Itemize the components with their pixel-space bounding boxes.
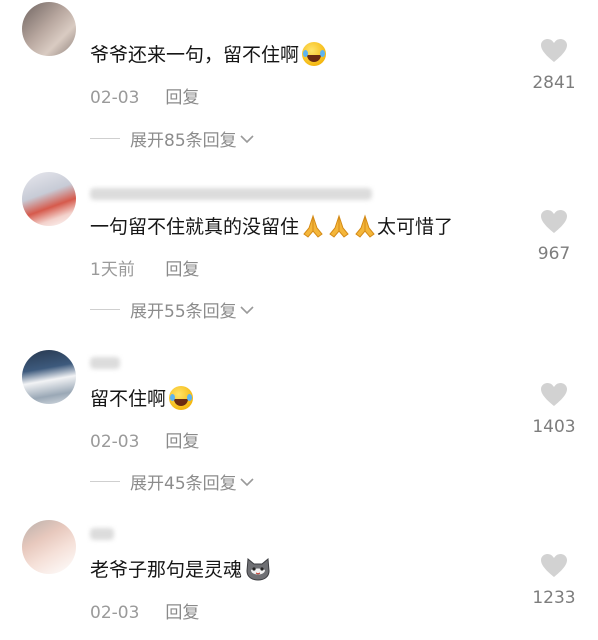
expand-replies-button[interactable]: 展开55条回复 xyxy=(90,297,254,322)
expand-replies-label: 展开85条回复 xyxy=(130,131,237,151)
avatar[interactable] xyxy=(22,2,76,56)
comment-text-suffix: 太可惜了 xyxy=(377,216,454,238)
comment-meta: 02-03 回复 xyxy=(90,427,199,452)
divider-dash xyxy=(90,481,120,482)
folded-hands-emoji xyxy=(303,214,323,238)
crying-laughing-emoji xyxy=(169,386,194,410)
comment-text-content: 一句留不住就真的没留住 xyxy=(90,216,300,238)
comment-meta: 02-03 回复 xyxy=(90,598,199,623)
like-button[interactable]: 1403 xyxy=(524,382,584,437)
like-count: 967 xyxy=(537,244,571,264)
reply-button[interactable]: 回复 xyxy=(165,260,199,280)
like-button[interactable]: 967 xyxy=(524,209,584,264)
comment-date: 02-03 xyxy=(90,432,140,452)
chevron-down-icon xyxy=(240,134,254,143)
comment-text: 一句留不住就真的没留住 太可惜了 xyxy=(90,214,453,240)
comment-text: 爷爷还来一句，留不住啊 xyxy=(90,42,327,68)
like-count: 1403 xyxy=(532,417,576,437)
divider-dash xyxy=(90,309,120,310)
blurred-username xyxy=(90,357,120,369)
heart-icon xyxy=(541,554,567,577)
avatar[interactable] xyxy=(22,520,76,574)
heart-icon xyxy=(541,383,567,406)
cat-face-emoji xyxy=(246,558,270,581)
comment-date: 02-03 xyxy=(90,603,140,623)
reply-button[interactable]: 回复 xyxy=(165,603,199,623)
comment-text-content: 爷爷还来一句，留不住啊 xyxy=(90,44,300,66)
divider-dash xyxy=(90,138,120,139)
blurred-username xyxy=(90,528,114,540)
comment-text: 留不住啊 xyxy=(90,386,194,412)
comment-date: 1天前 xyxy=(90,260,135,280)
comment-meta: 02-03 回复 xyxy=(90,83,199,108)
comment-meta: 1天前 回复 xyxy=(90,255,199,280)
folded-hands-emoji xyxy=(355,214,375,238)
expand-replies-button[interactable]: 展开45条回复 xyxy=(90,469,254,494)
avatar[interactable] xyxy=(22,350,76,404)
comment-date: 02-03 xyxy=(90,88,140,108)
folded-hands-emoji xyxy=(329,214,349,238)
like-count: 2841 xyxy=(532,73,576,93)
heart-icon xyxy=(541,210,567,233)
rolling-laughing-emoji xyxy=(302,42,327,66)
like-button[interactable]: 2841 xyxy=(524,38,584,93)
chevron-down-icon xyxy=(240,477,254,486)
reply-button[interactable]: 回复 xyxy=(165,432,199,452)
expand-replies-button[interactable]: 展开85条回复 xyxy=(90,126,254,151)
comment-text-content: 留不住啊 xyxy=(90,388,167,410)
comment-text-content: 老爷子那句是灵魂 xyxy=(90,559,243,581)
reply-button[interactable]: 回复 xyxy=(165,88,199,108)
expand-replies-label: 展开45条回复 xyxy=(130,474,237,494)
blurred-username xyxy=(90,188,372,200)
like-count: 1233 xyxy=(532,588,576,608)
avatar[interactable] xyxy=(22,172,76,226)
comment-text: 老爷子那句是灵魂 xyxy=(90,557,271,583)
expand-replies-label: 展开55条回复 xyxy=(130,302,237,322)
heart-icon xyxy=(541,39,567,62)
chevron-down-icon xyxy=(240,305,254,314)
like-button[interactable]: 1233 xyxy=(524,553,584,608)
